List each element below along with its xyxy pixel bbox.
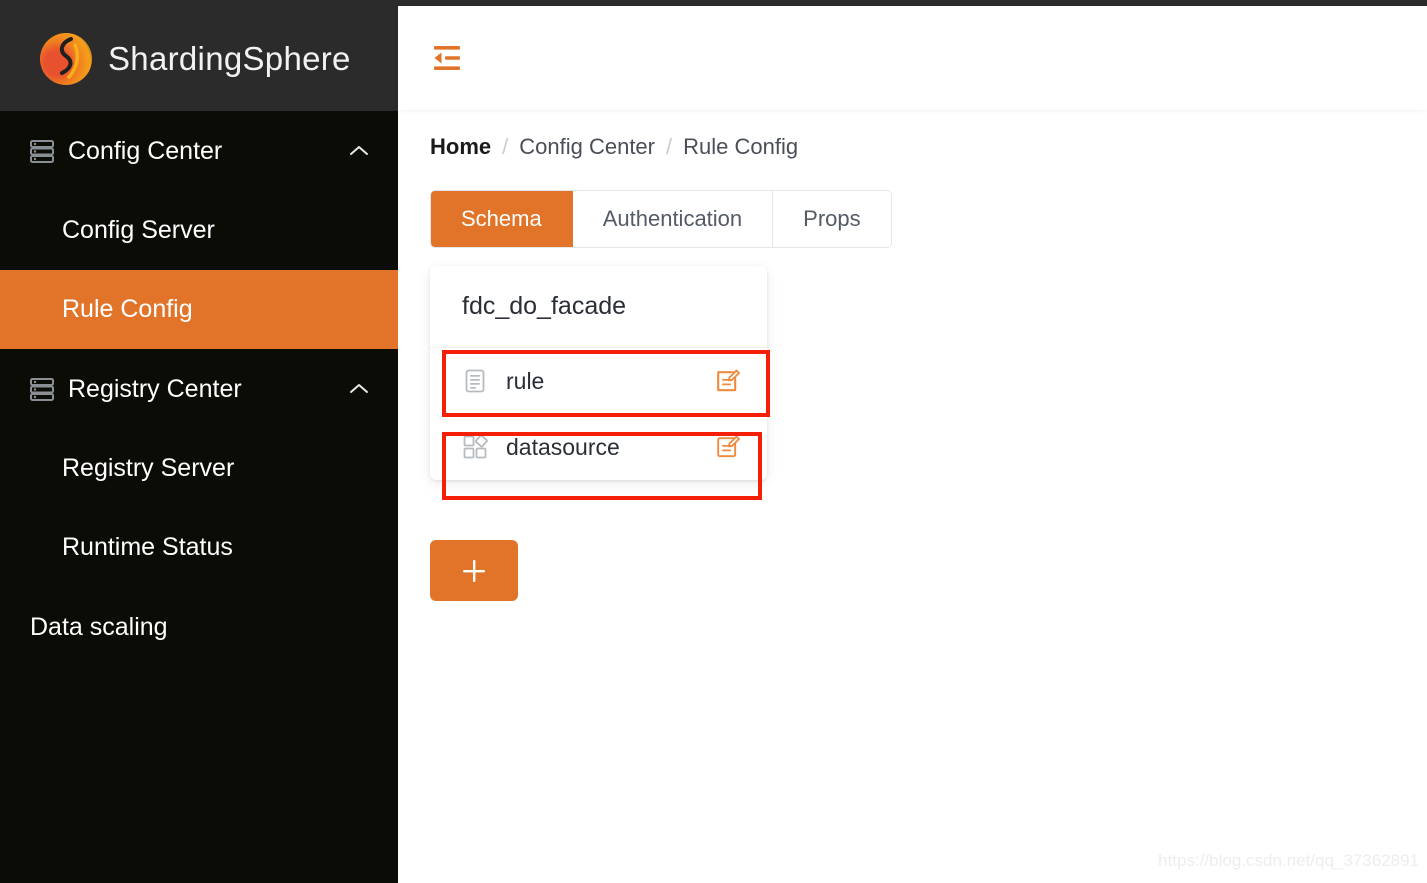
schema-card-title: fdc_do_facade bbox=[430, 266, 767, 348]
chevron-up-icon[interactable] bbox=[348, 144, 370, 158]
sidebar: ShardingSphere Config Center Config Serv… bbox=[0, 6, 398, 883]
tab-schema[interactable]: Schema bbox=[431, 191, 573, 247]
schema-row-label: rule bbox=[506, 367, 545, 394]
sidebar-group-config-center[interactable]: Config Center bbox=[0, 111, 398, 191]
sidebar-item-registry-server[interactable]: Registry Server bbox=[0, 429, 398, 508]
logo-swoosh-icon bbox=[59, 36, 79, 79]
breadcrumb-item-rule-config: Rule Config bbox=[683, 134, 799, 159]
breadcrumb-item-home[interactable]: Home bbox=[430, 134, 491, 160]
sidebar-group-registry-center[interactable]: Registry Center bbox=[0, 349, 398, 429]
profile-document-icon bbox=[462, 368, 488, 394]
watermark: https://blog.csdn.net/qq_37362891 bbox=[1158, 851, 1419, 870]
sidebar-item-label: Data scaling bbox=[30, 612, 168, 641]
form-edit-icon[interactable] bbox=[715, 368, 741, 394]
breadcrumb-separator: / bbox=[666, 134, 673, 159]
plus-icon bbox=[463, 559, 485, 582]
tab-bar: Schema Authentication Props bbox=[430, 190, 892, 248]
sidebar-item-label: Config Server bbox=[62, 216, 215, 244]
menu-fold-icon[interactable] bbox=[430, 43, 464, 73]
sidebar-nav: Config Center Config Server Rule Config bbox=[0, 111, 398, 667]
sidebar-item-rule-config[interactable]: Rule Config bbox=[0, 270, 398, 349]
breadcrumb-item-config-center[interactable]: Config Center bbox=[519, 134, 655, 160]
sidebar-group-label: Registry Center bbox=[68, 374, 242, 403]
database-stack-icon bbox=[28, 137, 56, 165]
breadcrumb-separator: / bbox=[502, 134, 509, 159]
chevron-up-icon[interactable] bbox=[348, 382, 370, 396]
schema-row-datasource[interactable]: datasource bbox=[430, 414, 767, 480]
sidebar-group-label: Config Center bbox=[68, 136, 223, 165]
shardingsphere-flame-logo bbox=[40, 32, 92, 85]
sidebar-item-data-scaling[interactable]: Data scaling bbox=[0, 587, 398, 667]
brand-name: ShardingSphere bbox=[108, 39, 351, 77]
database-stack-icon bbox=[28, 375, 56, 403]
sidebar-item-runtime-status[interactable]: Runtime Status bbox=[0, 508, 398, 587]
app-root: ShardingSphere Config Center Config Serv… bbox=[0, 0, 1427, 883]
tab-props[interactable]: Props bbox=[773, 191, 891, 247]
schema-card: fdc_do_facade rule datasource bbox=[430, 266, 767, 480]
sidebar-item-config-server[interactable]: Config Server bbox=[0, 191, 398, 270]
appstore-blocks-icon bbox=[462, 434, 488, 460]
breadcrumb: Home / Config Center / Rule Config bbox=[430, 134, 1427, 170]
tab-authentication[interactable]: Authentication bbox=[572, 191, 774, 247]
schema-row-label: datasource bbox=[506, 433, 620, 460]
sidebar-item-label: Rule Config bbox=[62, 295, 193, 323]
schema-row-rule[interactable]: rule bbox=[430, 348, 767, 414]
brand-header: ShardingSphere bbox=[0, 6, 398, 111]
add-schema-button[interactable] bbox=[430, 540, 518, 601]
content-area: Home / Config Center / Rule Config Schem… bbox=[398, 110, 1427, 883]
form-edit-icon[interactable] bbox=[715, 434, 741, 460]
sidebar-item-label: Runtime Status bbox=[62, 533, 233, 561]
top-bar bbox=[398, 6, 1427, 110]
sidebar-item-label: Registry Server bbox=[62, 454, 235, 482]
